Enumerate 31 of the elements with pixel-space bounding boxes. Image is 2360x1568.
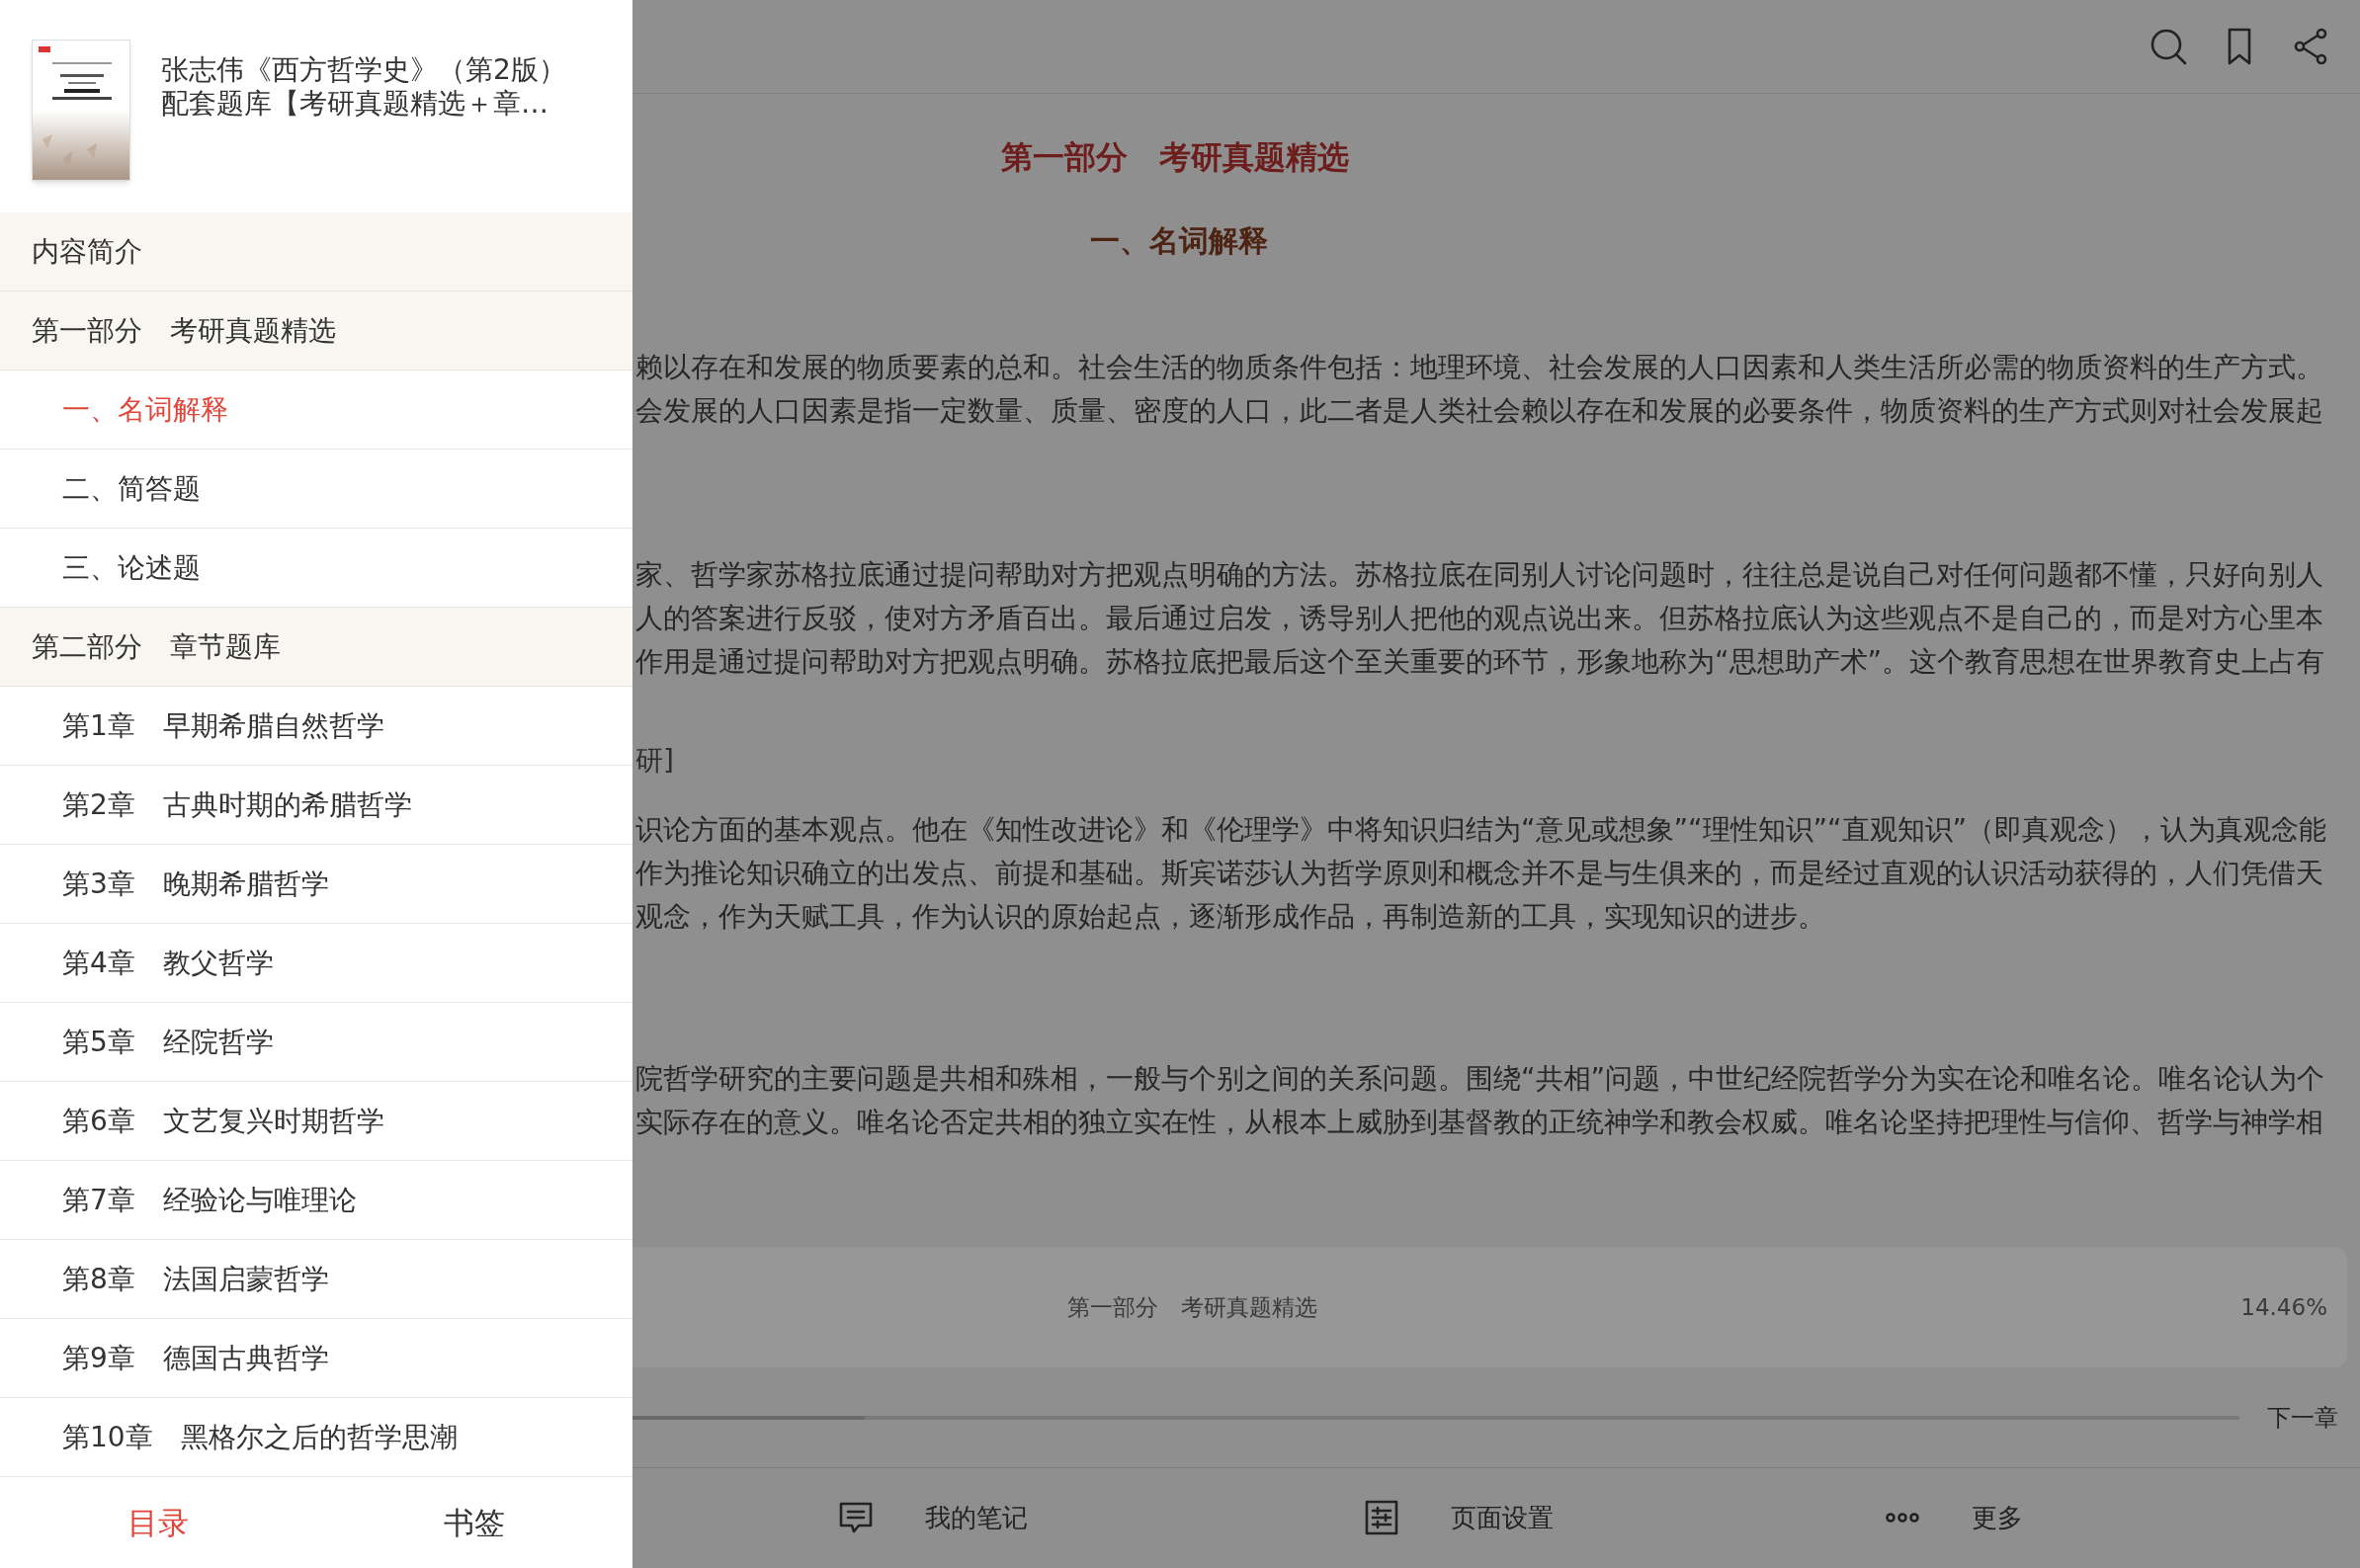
chapter-heading: 第一部分 考研真题精选 <box>1001 137 1350 178</box>
text-line: 实际存在的意义。唯名论否定共相的独立实在性，从根本上威胁到基督教的正统神学和教会权威。唯名论坚持把理性与信仰、哲学与神学相 <box>635 1105 2323 1140</box>
text-line: 人的答案进行反驳，使对方矛盾百出。最后通过启发，诱导别人把他的观点说出来。但苏格拉底认为这些观点不是自己的，而是对方心里本 <box>635 601 2323 636</box>
toolbar-button[interactable]: 更多 <box>1885 1498 2023 1537</box>
toc-item[interactable]: 内容简介 <box>0 212 632 291</box>
text-line: 识论方面的基本观点。他在《知性改进论》和《伦理学》中将知识归结为“意见或想象”“理性知识”“直观知识”（即真观念），认为真观念能 <box>635 812 2327 848</box>
text-line: 作为推论知识确立的出发点、前提和基础。斯宾诺莎认为哲学原则和概念并不是与生俱来的，而是经过直观的认识活动获得的，人们凭借天 <box>635 856 2323 891</box>
toc-item[interactable]: 第一部分 考研真题精选 <box>0 291 632 371</box>
text-line: 会发展的人口因素是指一定数量、质量、密度的人口，此二者是人类社会赖以存在和发展的必要条件，物质资料的生产方式则对社会发展起 <box>635 393 2323 429</box>
next-chapter-link[interactable]: 下一章 <box>2267 1399 2338 1436</box>
toc-item[interactable]: 第二部分 章节题库 <box>0 608 632 687</box>
text-line: 观念，作为天赋工具，作为认识的原始起点，逐渐形成作品，再制造新的工具，实现知识的进步。 <box>635 899 1825 935</box>
book-title: 张志伟《西方哲学史》（第2版） <box>161 53 566 87</box>
more-icon <box>1885 1512 1920 1524</box>
text-line: 院哲学研究的主要问题是共相和殊相，一般与个别之间的关系问题。围绕“共相”问题，中世纪经院哲学分为实在论和唯名论。唯名论认为个 <box>635 1061 2324 1097</box>
progress-track[interactable] <box>632 1415 2239 1420</box>
source-note: 研] <box>635 743 674 779</box>
sliders-icon <box>1364 1500 1399 1535</box>
section-heading: 一、名词解释 <box>1090 222 1269 260</box>
text-line: 家、哲学家苏格拉底通过提问帮助对方把观点明确的方法。苏格拉底在同别人讨论问题时，往往总是说自己对任何问题都不懂，只好向别人 <box>635 557 2323 593</box>
text-line: 赖以存在和发展的物质要素的总和。社会生活的物质条件包括：地理环境、社会发展的人口因素和人类生活所必需的物质资料的生产方式。 <box>635 350 2323 385</box>
chapter-name: 第一部分 考研真题精选 <box>1067 1292 1317 1322</box>
toolbar-button[interactable]: 我的笔记 <box>838 1498 1028 1537</box>
text-line: 作用是通过提问帮助对方把观点明确。苏格拉底把最后这个至关重要的环节，形象地称为“思想助产术”。这个教育思想在世界教育史上占有 <box>635 644 2324 680</box>
toolbar-button[interactable]: 页面设置 <box>1364 1498 1554 1537</box>
drawer-tab[interactable]: 目录 <box>0 1477 316 1568</box>
comment-icon <box>838 1500 874 1535</box>
progress-percent: 14.46% <box>2240 1292 2327 1322</box>
book-title: 配套题库【考研真题精选＋章… <box>161 87 549 121</box>
search-icon[interactable] <box>2149 27 2188 66</box>
drawer-tab[interactable]: 书签 <box>316 1477 632 1568</box>
